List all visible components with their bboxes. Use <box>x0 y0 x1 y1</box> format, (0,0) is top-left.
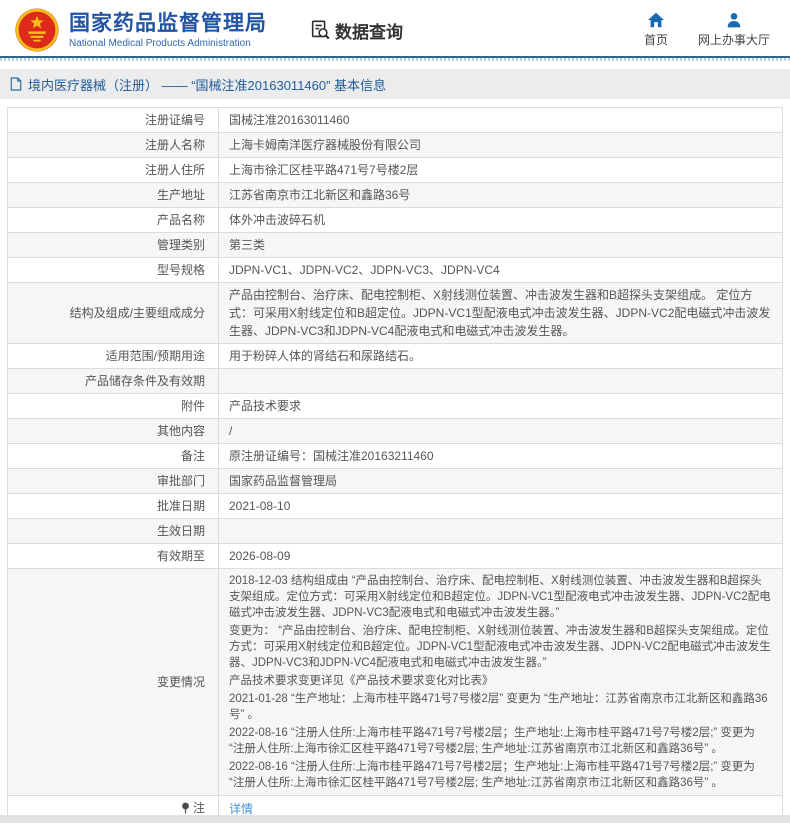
row-label: 备注 <box>7 443 219 469</box>
row-value: 用于粉碎人体的肾结石和尿路结石。 <box>218 343 783 369</box>
registration-info: 注册证编号 国械注准20163011460 注册人名称 上海卡姆南洋医疗器械股份有限公… <box>7 107 783 823</box>
site-title-en: National Medical Products Administration <box>69 37 251 49</box>
header-divider <box>0 58 790 61</box>
row-label: 附件 <box>7 393 219 419</box>
table-row: 产品储存条件及有效期 <box>7 368 783 394</box>
change-paragraph: 产品技术要求变更详见《产品技术要求变化对比表》 <box>229 675 494 687</box>
row-label: 批准日期 <box>7 493 219 519</box>
row-value: 第三类 <box>218 232 783 258</box>
table-row: 注册人名称 上海卡姆南洋医疗器械股份有限公司 <box>7 132 783 158</box>
row-label: 有效期至 <box>7 543 219 569</box>
table-row: 附件 产品技术要求 <box>7 393 783 419</box>
row-value <box>218 368 783 394</box>
table-row: 其他内容 / <box>7 418 783 444</box>
row-label: 型号规格 <box>7 257 219 283</box>
row-value: 国家药品监督管理局 <box>218 468 783 494</box>
row-value: 国械注准20163011460 <box>218 107 783 133</box>
nav-service-hall-label: 网上办事大厅 <box>697 33 770 47</box>
row-label: 变更情况 <box>7 568 219 796</box>
detail-link[interactable]: 详情 <box>229 802 253 816</box>
row-value: 2018-12-03 结构组成由 “产品由控制台、治疗床、配电控制柜、X射线测位… <box>218 568 783 796</box>
site-title-cn: 国家药品监督管理局 <box>69 11 267 35</box>
row-value: 江苏省南京市江北新区和鑫路36号 <box>218 182 783 208</box>
change-paragraph: 2022-08-16 “注册人住所:上海市桂平路471号7号楼2层；生产地址:上… <box>229 727 755 755</box>
table-row: 有效期至 2026-08-09 <box>7 543 783 569</box>
row-label: 注册人名称 <box>7 132 219 158</box>
table-row: 产品名称 体外冲击波碎石机 <box>7 207 783 233</box>
nav-home[interactable]: 首页 <box>644 12 668 48</box>
page-header: 国家药品监督管理局 National Medical Products Admi… <box>0 0 790 58</box>
table-row: 备注 原注册证编号：国械注准20163211460 <box>7 443 783 469</box>
row-value: 产品技术要求 <box>218 393 783 419</box>
table-row: 管理类别 第三类 <box>7 232 783 258</box>
table-row: 变更情况 2018-12-03 结构组成由 “产品由控制台、治疗床、配电控制柜、X… <box>7 568 783 796</box>
row-label: 生效日期 <box>7 518 219 544</box>
table-row: 批准日期 2021-08-10 <box>7 493 783 519</box>
change-paragraph: 2018-12-03 结构组成由 “产品由控制台、治疗床、配电控制柜、X射线测位… <box>229 575 771 619</box>
footer-strip <box>0 815 790 823</box>
breadcrumb-text: 境内医疗器械（注册） —— “国械注准20163011460” 基本信息 <box>28 77 387 93</box>
row-value: JDPN-VC1、JDPN-VC2、JDPN-VC3、JDPN-VC4 <box>218 257 783 283</box>
breadcrumb: 境内医疗器械（注册） —— “国械注准20163011460” 基本信息 <box>0 69 790 99</box>
change-paragraph: 2021-01-28 “生产地址：上海市桂平路471号7号楼2层” 变更为 “生… <box>229 693 768 721</box>
row-label: 产品储存条件及有效期 <box>7 368 219 394</box>
data-query-label: 数据查询 <box>335 22 403 42</box>
national-emblem-icon <box>15 8 59 52</box>
row-label: 注册证编号 <box>7 107 219 133</box>
data-query-section[interactable]: 数据查询 <box>309 18 403 43</box>
row-value: / <box>218 418 783 444</box>
table-row: 审批部门 国家药品监督管理局 <box>7 468 783 494</box>
pin-icon <box>182 802 189 814</box>
person-icon <box>727 13 741 28</box>
info-table: 注册证编号 国械注准20163011460 注册人名称 上海卡姆南洋医疗器械股份有限公… <box>7 107 783 823</box>
row-label: 产品名称 <box>7 207 219 233</box>
row-value: 2026-08-09 <box>218 543 783 569</box>
document-icon <box>10 77 22 91</box>
row-value: 原注册证编号：国械注准20163211460 <box>218 443 783 469</box>
row-label: 注册人住所 <box>7 157 219 183</box>
change-paragraph: 变更为： “产品由控制台、治疗床、配电控制柜、X射线测位装置、冲击波发生器和B超… <box>229 625 771 669</box>
row-value: 产品由控制台、治疗床、配电控制柜、X射线测位装置、冲击波发生器和B超探头支架组成… <box>218 282 783 344</box>
row-value: 上海市徐汇区桂平路471号7号楼2层 <box>218 157 783 183</box>
table-row: 生效日期 <box>7 518 783 544</box>
table-row: 生产地址 江苏省南京市江北新区和鑫路36号 <box>7 182 783 208</box>
row-value: 2021-08-10 <box>218 493 783 519</box>
site-title: 国家药品监督管理局 National Medical Products Admi… <box>69 12 267 49</box>
row-value: 上海卡姆南洋医疗器械股份有限公司 <box>218 132 783 158</box>
row-label: 生产地址 <box>7 182 219 208</box>
row-label: 其他内容 <box>7 418 219 444</box>
header-nav: 首页 网上办事大厅 <box>644 12 776 48</box>
row-label: 结构及组成/主要组成成分 <box>7 282 219 344</box>
row-label: 适用范围/预期用途 <box>7 343 219 369</box>
row-value <box>218 518 783 544</box>
row-label: 审批部门 <box>7 468 219 494</box>
row-value: 体外冲击波碎石机 <box>218 207 783 233</box>
table-row: 型号规格 JDPN-VC1、JDPN-VC2、JDPN-VC3、JDPN-VC4 <box>7 257 783 283</box>
nav-home-label: 首页 <box>643 33 668 47</box>
table-row: 结构及组成/主要组成成分 产品由控制台、治疗床、配电控制柜、X射线测位装置、冲击波… <box>7 282 783 344</box>
document-search-icon <box>311 20 330 40</box>
change-paragraph: 2022-08-16 “注册人住所:上海市桂平路471号7号楼2层；生产地址:上… <box>229 761 755 789</box>
nav-service-hall[interactable]: 网上办事大厅 <box>698 12 770 48</box>
table-row: 适用范围/预期用途 用于粉碎人体的肾结石和尿路结石。 <box>7 343 783 369</box>
table-row: 注册人住所 上海市徐汇区桂平路471号7号楼2层 <box>7 157 783 183</box>
table-row: 注册证编号 国械注准20163011460 <box>7 107 783 133</box>
home-icon <box>647 12 664 28</box>
row-label: 管理类别 <box>7 232 219 258</box>
